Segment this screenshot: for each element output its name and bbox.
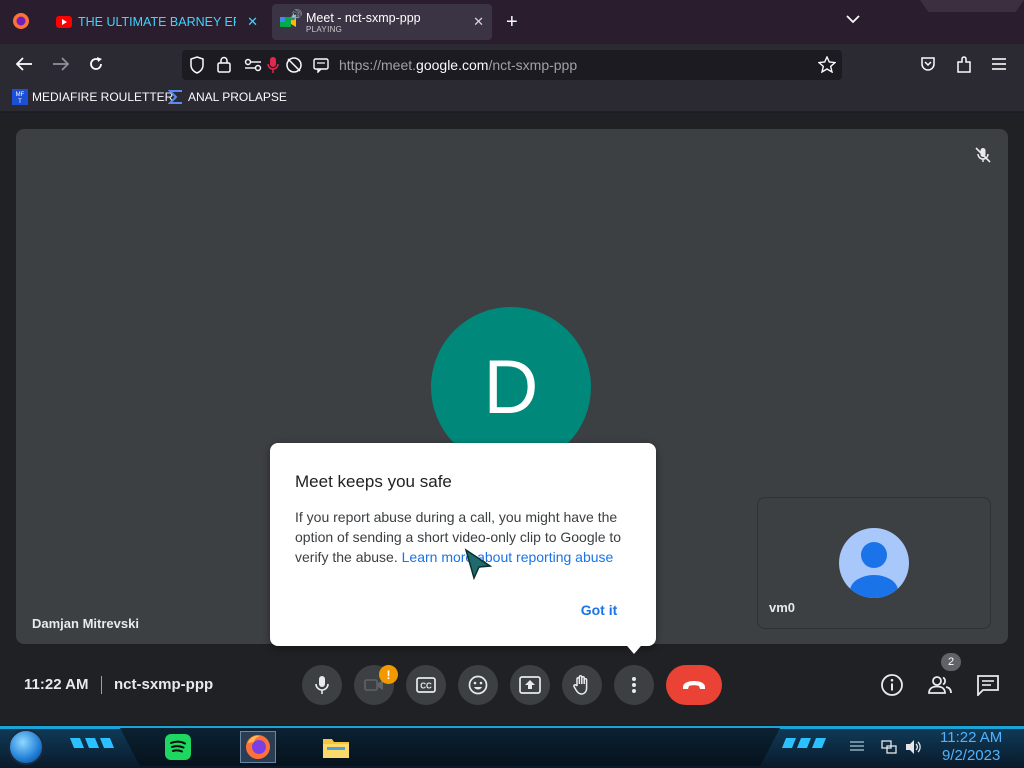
tab-playing-label: PLAYING bbox=[306, 24, 343, 34]
present-screen-button[interactable] bbox=[510, 665, 550, 705]
permissions-icon[interactable] bbox=[244, 58, 262, 72]
back-icon[interactable] bbox=[15, 56, 33, 72]
raise-hand-button[interactable] bbox=[562, 665, 602, 705]
new-tab-button[interactable]: + bbox=[506, 11, 518, 34]
meeting-time: 11:22 AM bbox=[24, 676, 89, 693]
page-info-icon[interactable] bbox=[313, 57, 329, 73]
close-tab-icon[interactable]: ✕ bbox=[247, 14, 258, 30]
network-icon[interactable] bbox=[881, 739, 897, 755]
system-time: 11:22 AM bbox=[940, 729, 1003, 746]
list-all-tabs-icon[interactable] bbox=[846, 14, 860, 24]
firefox-icon bbox=[246, 735, 270, 759]
reactions-button[interactable] bbox=[458, 665, 498, 705]
bookmark-label: ANAL PROLAPSE bbox=[188, 90, 287, 104]
mouse-cursor-icon bbox=[464, 548, 492, 580]
mediafire-icon: MF T bbox=[12, 89, 28, 105]
divider bbox=[101, 676, 102, 694]
tab-youtube[interactable]: THE ULTIMATE BARNEY ERROR ✕ bbox=[48, 4, 266, 40]
tab-title: THE ULTIMATE BARNEY ERROR bbox=[78, 15, 236, 29]
tab-title: Meet - nct-sxmp-ppp bbox=[306, 10, 421, 25]
learn-more-link[interactable]: Learn more about reporting abuse bbox=[402, 549, 614, 565]
chat-icon bbox=[977, 675, 999, 696]
bookmark-star-icon[interactable] bbox=[818, 56, 836, 73]
pocket-icon[interactable] bbox=[920, 56, 936, 72]
self-name: vm0 bbox=[769, 600, 796, 615]
microphone-button[interactable] bbox=[302, 665, 342, 705]
svg-text:CC: CC bbox=[420, 682, 432, 691]
emoji-icon bbox=[468, 675, 488, 695]
bookmark-label: MEDIAFIRE ROULETTER bbox=[32, 90, 174, 104]
participant-count-badge: 2 bbox=[941, 653, 961, 671]
camera-warning-badge: ! bbox=[379, 665, 398, 684]
tab-meet[interactable]: 🔊 Meet - nct-sxmp-ppp PLAYING ✕ bbox=[272, 4, 492, 40]
captions-button[interactable]: CC bbox=[406, 665, 446, 705]
firefox-taskbar-button[interactable] bbox=[240, 731, 276, 763]
svg-text:T: T bbox=[18, 99, 22, 105]
microphone-icon bbox=[315, 676, 329, 694]
start-button[interactable] bbox=[8, 729, 44, 765]
speaker-playing-icon[interactable]: 🔊 bbox=[290, 10, 302, 21]
url-domain: google.com bbox=[416, 57, 489, 73]
tracking-protection-icon[interactable] bbox=[189, 56, 205, 74]
meeting-code: nct-sxmp-ppp bbox=[114, 676, 214, 693]
more-vert-icon bbox=[632, 677, 636, 693]
url-prefix: https://meet. bbox=[339, 57, 417, 73]
folder-icon bbox=[323, 739, 349, 758]
volume-icon[interactable] bbox=[904, 739, 922, 755]
youtube-icon bbox=[56, 16, 72, 28]
svg-text:MF: MF bbox=[16, 92, 25, 98]
url-text: https://meet.google.com/nct-sxmp-ppp bbox=[339, 57, 577, 73]
microphone-in-use-icon[interactable] bbox=[266, 56, 280, 74]
info-icon bbox=[881, 674, 903, 696]
show-hidden-icons-icon[interactable] bbox=[848, 740, 866, 752]
people-icon bbox=[928, 676, 952, 694]
closed-captions-icon: CC bbox=[416, 677, 436, 693]
extensions-icon[interactable] bbox=[956, 56, 972, 73]
hang-up-icon bbox=[683, 681, 705, 689]
forward-icon[interactable] bbox=[52, 56, 70, 72]
file-explorer-taskbar-button[interactable] bbox=[318, 731, 354, 763]
avatar bbox=[839, 528, 909, 598]
spotify-icon bbox=[165, 734, 191, 760]
url-path: /nct-sxmp-ppp bbox=[488, 57, 578, 73]
taskbar-decoration-right bbox=[782, 738, 826, 748]
lock-icon[interactable] bbox=[217, 56, 231, 73]
sigma-icon bbox=[168, 89, 184, 105]
chat-button[interactable] bbox=[975, 672, 1001, 698]
raise-hand-icon bbox=[573, 675, 588, 695]
dialog-title: Meet keeps you safe bbox=[295, 472, 452, 491]
firefox-menu-icon[interactable] bbox=[12, 12, 30, 30]
taskbar-decoration-left bbox=[70, 738, 114, 748]
dialog-pointer bbox=[622, 640, 646, 654]
spotify-taskbar-button[interactable] bbox=[160, 731, 196, 763]
autoplay-blocked-icon[interactable] bbox=[285, 56, 303, 74]
bookmark-second[interactable]: ANAL PROLAPSE bbox=[168, 89, 287, 105]
participant-name: Damjan Mitrevski bbox=[32, 616, 139, 631]
mic-off-icon bbox=[974, 146, 992, 164]
meeting-details-button[interactable] bbox=[879, 672, 905, 698]
people-button[interactable] bbox=[927, 672, 953, 698]
person-icon bbox=[850, 542, 898, 598]
hamburger-menu-icon[interactable] bbox=[992, 58, 1006, 70]
got-it-button[interactable]: Got it bbox=[566, 598, 632, 622]
taskbar-center-panel bbox=[120, 728, 780, 766]
system-date: 9/2/2023 bbox=[941, 747, 1001, 764]
window-decoration bbox=[920, 0, 1024, 12]
present-icon bbox=[519, 676, 541, 694]
close-tab-icon[interactable]: ✕ bbox=[473, 14, 484, 30]
leave-call-button[interactable] bbox=[666, 665, 722, 705]
system-clock[interactable]: 11:22 AM 9/2/2023 bbox=[940, 729, 1002, 765]
bookmark-mediafire[interactable]: MF T MEDIAFIRE ROULETTER bbox=[12, 89, 173, 105]
more-options-button[interactable] bbox=[614, 665, 654, 705]
reload-icon[interactable] bbox=[88, 56, 104, 72]
